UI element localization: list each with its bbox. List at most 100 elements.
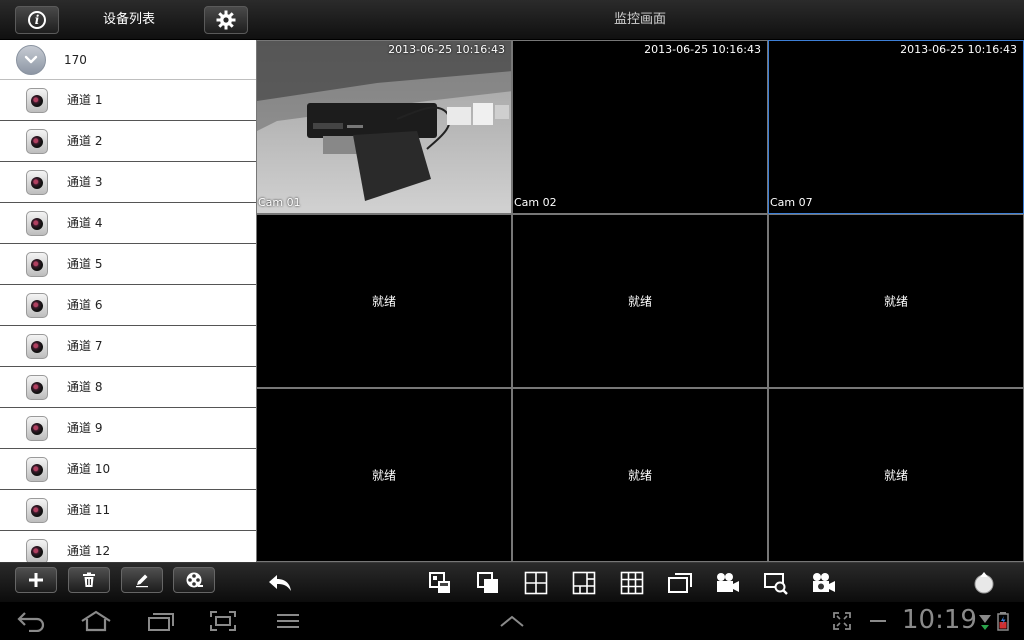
layout-switch-button[interactable] — [426, 569, 454, 597]
channel-item[interactable]: 通道 3 — [0, 162, 256, 203]
cell-status-label: 就绪 — [371, 294, 396, 309]
film-reel-icon — [186, 572, 203, 588]
screenshot-button[interactable] — [208, 608, 238, 634]
screenshot-icon — [210, 611, 236, 631]
chevron-up-icon — [500, 615, 524, 627]
play-all-button[interactable] — [173, 567, 215, 593]
nav-recent-apps-icon — [148, 613, 174, 631]
video-cell[interactable]: 2013-06-25 10:16:43 Cam 02 — [512, 40, 768, 214]
channel-item[interactable]: 通道 8 — [0, 367, 256, 408]
video-cell[interactable]: 就绪 — [512, 214, 768, 388]
channel-item[interactable]: 通道 10 — [0, 449, 256, 490]
channel-label: 通道 5 — [67, 257, 103, 271]
info-button[interactable]: i — [15, 6, 59, 34]
record-video-button[interactable] — [714, 569, 742, 597]
ptz-control-button[interactable] — [970, 569, 998, 597]
gear-icon — [216, 10, 236, 30]
channel-label: 通道 3 — [67, 175, 103, 189]
video-cell[interactable]: 就绪 — [768, 214, 1024, 388]
trash-icon — [83, 572, 95, 587]
nav-home-icon — [81, 610, 111, 632]
channel-item[interactable]: 通道 12 — [0, 531, 256, 562]
channel-item[interactable]: 通道 1 — [0, 80, 256, 121]
delete-device-button[interactable] — [68, 567, 110, 593]
cell-status-label: 就绪 — [627, 294, 652, 309]
video-cell[interactable]: 就绪 — [256, 214, 512, 388]
channel-label: 通道 8 — [67, 380, 103, 394]
minus-icon — [870, 620, 886, 622]
video-cell[interactable]: 就绪 — [512, 388, 768, 562]
channel-list: 通道 1 通道 2 通道 3 通道 4 通道 5 通道 6 通道 7 通道 8 通道 9 通道 1… — [0, 80, 256, 562]
system-nav-bar: 10:19 — [0, 602, 1024, 640]
channel-item[interactable]: 通道 2 — [0, 121, 256, 162]
channel-label: 通道 6 — [67, 298, 103, 312]
window-overlap-button[interactable] — [474, 569, 502, 597]
grid-6-icon — [572, 571, 596, 595]
grid-4-icon — [524, 571, 548, 595]
window-overlap-icon — [477, 572, 498, 593]
nav-back-button[interactable] — [16, 608, 48, 634]
back-button[interactable] — [266, 569, 294, 597]
snapshot-search-button[interactable] — [762, 569, 790, 597]
channel-label: 通道 4 — [67, 216, 103, 230]
settings-button[interactable] — [204, 6, 248, 34]
channel-item[interactable]: 通道 5 — [0, 244, 256, 285]
camera-icon — [26, 293, 48, 318]
camera-icon — [26, 334, 48, 359]
camera-icon — [26, 375, 48, 400]
cell-status-label: 就绪 — [627, 468, 652, 483]
grid-6-button[interactable] — [570, 569, 598, 597]
video-cell[interactable]: 就绪 — [768, 388, 1024, 562]
top-bar: i 设备列表 监控画面 — [0, 0, 1024, 40]
grid-9-icon — [620, 571, 644, 595]
video-cell[interactable]: 就绪 — [256, 388, 512, 562]
camera-name-label: Cam 01 — [258, 196, 301, 209]
fullscreen-button[interactable] — [666, 569, 694, 597]
nav-recent-apps-button[interactable] — [146, 608, 176, 634]
video-cell[interactable]: 2013-06-25 10:16:43 Cam 01 — [256, 40, 512, 214]
camera-icon — [26, 129, 48, 154]
camera-icon — [26, 252, 48, 277]
expand-icon — [833, 612, 851, 630]
wifi-icon — [979, 615, 991, 630]
grid-4-button[interactable] — [522, 569, 550, 597]
menu-button[interactable] — [274, 608, 302, 634]
edit-pencil-icon — [136, 574, 148, 588]
snapshot-search-icon — [764, 573, 788, 595]
nav-home-button[interactable] — [78, 608, 114, 634]
video-cell[interactable]: 2013-06-25 10:16:43 Cam 07 — [768, 40, 1024, 214]
channel-item[interactable]: 通道 11 — [0, 490, 256, 531]
channel-item[interactable]: 通道 6 — [0, 285, 256, 326]
camera-name-label: Cam 02 — [514, 196, 557, 209]
info-icon: i — [28, 11, 46, 29]
edit-device-button[interactable] — [121, 567, 163, 593]
channel-label: 通道 7 — [67, 339, 103, 353]
fullscreen-icon — [668, 573, 692, 593]
channel-label: 通道 12 — [67, 544, 111, 558]
minus-button[interactable] — [866, 608, 890, 634]
device-group-row[interactable]: 170 — [0, 40, 256, 80]
camera-icon — [26, 211, 48, 236]
channel-item[interactable]: 通道 7 — [0, 326, 256, 367]
chevron-down-icon[interactable] — [16, 45, 46, 75]
chevron-up-button[interactable] — [498, 608, 526, 634]
video-timestamp: 2013-06-25 10:16:43 — [388, 43, 505, 56]
expand-button[interactable] — [830, 608, 854, 634]
video-grid: 2013-06-25 10:16:43 Cam 01 2013-06-25 10:1… — [256, 40, 1024, 562]
battery-status — [996, 608, 1010, 634]
channel-item[interactable]: 通道 9 — [0, 408, 256, 449]
back-arrow-icon — [269, 575, 291, 591]
video-timestamp: 2013-06-25 10:16:43 — [900, 43, 1017, 56]
menu-icon — [277, 614, 299, 628]
cell-status-label: 就绪 — [883, 294, 908, 309]
camera-icon — [26, 498, 48, 523]
channel-item[interactable]: 通道 4 — [0, 203, 256, 244]
camera-icon — [26, 539, 48, 562]
channel-label: 通道 11 — [67, 503, 111, 517]
monitor-title: 监控画面 — [613, 12, 666, 27]
grid-9-button[interactable] — [618, 569, 646, 597]
playback-video-button[interactable] — [810, 569, 838, 597]
channel-label: 通道 2 — [67, 134, 103, 148]
device-group-label: 170 — [64, 53, 87, 67]
add-device-button[interactable] — [15, 567, 57, 593]
